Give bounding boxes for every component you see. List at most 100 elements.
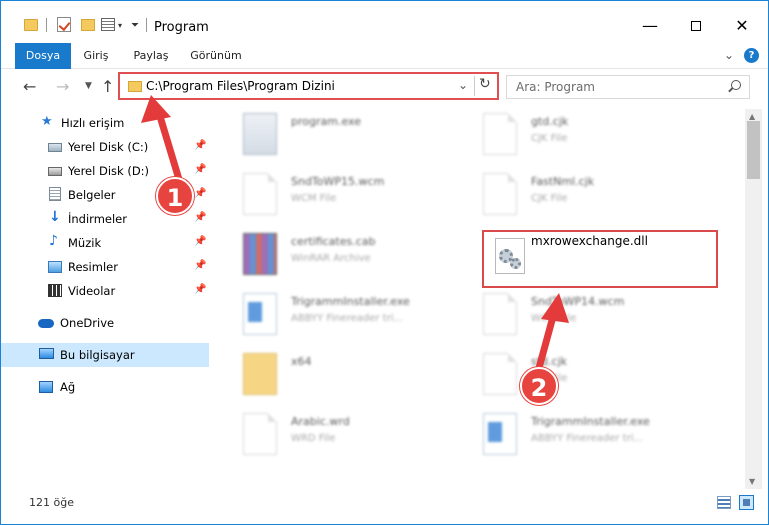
document-icon: [243, 173, 277, 215]
properties-icon[interactable]: [101, 18, 115, 31]
vertical-scrollbar[interactable]: ▲ ▼: [745, 109, 762, 489]
installer-icon: [483, 413, 517, 455]
list-item[interactable]: program.exe: [221, 109, 451, 165]
sidebar-item-label: Videolar: [68, 284, 116, 298]
scroll-up-icon[interactable]: ▲: [749, 112, 755, 121]
pin-icon[interactable]: 📌: [194, 260, 206, 271]
list-item[interactable]: std.cjk CJK File: [461, 349, 691, 405]
folder-icon: [128, 81, 142, 92]
music-note-icon: ♪: [49, 233, 58, 249]
sidebar-item-onedrive[interactable]: OneDrive: [1, 311, 209, 335]
customize-toolbar-icon[interactable]: ⏷: [131, 20, 139, 36]
drive-icon: [48, 143, 62, 152]
tab-file[interactable]: Dosya: [15, 43, 71, 69]
large-icons-view-icon[interactable]: [739, 495, 754, 510]
properties-check-icon[interactable]: [57, 17, 71, 32]
address-divider: [474, 76, 475, 96]
network-icon: [39, 381, 53, 393]
sidebar-item-quick-access[interactable]: ★ Hızlı erişim: [1, 111, 209, 135]
search-input[interactable]: Ara: Program: [506, 75, 750, 99]
details-view-icon[interactable]: [717, 496, 731, 509]
sidebar-item-label: OneDrive: [60, 316, 115, 330]
step-badge-2: 2: [520, 367, 558, 405]
toolbar-divider: [46, 18, 47, 32]
file-type: CJK File: [531, 193, 568, 204]
sidebar-item-network[interactable]: Ağ: [1, 375, 209, 399]
sidebar-item-label: Yerel Disk (C:): [68, 140, 149, 154]
scroll-thumb[interactable]: [747, 121, 760, 179]
tab-home[interactable]: Giriş: [75, 43, 117, 69]
maximize-button[interactable]: [673, 11, 719, 41]
document-icon: [243, 413, 277, 455]
documents-icon: [49, 187, 61, 201]
sidebar-item-disk-c[interactable]: Yerel Disk (C:) 📌: [1, 135, 209, 159]
highlight-box: [482, 230, 718, 288]
tab-share[interactable]: Paylaş: [127, 43, 175, 69]
sidebar-item-this-pc[interactable]: Bu bilgisayar: [1, 343, 209, 367]
file-name: TrigrammInstaller.exe: [291, 295, 410, 308]
up-arrow-icon[interactable]: ↑: [101, 77, 114, 96]
file-type: ABBYY Finereader tri...: [291, 313, 404, 324]
list-item[interactable]: gtd.cjk CJK File: [461, 109, 691, 165]
list-item[interactable]: TrigrammInstaller.exe ABBYY Finereader t…: [221, 289, 451, 345]
chevron-down-icon[interactable]: ⌄: [458, 78, 468, 92]
file-type: WCM File: [531, 313, 577, 324]
tab-view[interactable]: Görünüm: [186, 43, 246, 69]
pin-icon[interactable]: 📌: [194, 284, 206, 295]
navigation-pane: ★ Hızlı erişim Yerel Disk (C:) 📌 Yerel D…: [1, 109, 211, 489]
new-folder-icon[interactable]: [81, 19, 95, 31]
chevron-down-icon[interactable]: ▾: [118, 21, 122, 37]
ribbon-tabs: Dosya Giriş Paylaş Görünüm ⌄ ?: [1, 43, 768, 69]
sidebar-item-label: Bu bilgisayar: [60, 348, 135, 362]
list-item[interactable]: SndToWP14.wcm WCM File: [461, 289, 691, 345]
sidebar-item-music[interactable]: ♪ Müzik 📌: [1, 231, 209, 255]
search-icon[interactable]: [731, 80, 741, 90]
list-item[interactable]: certificates.cab WinRAR Archive: [221, 229, 451, 285]
sidebar-item-pictures[interactable]: Resimler 📌: [1, 255, 209, 279]
list-item[interactable]: Arabic.wrd WRD File: [221, 409, 451, 465]
back-arrow-icon[interactable]: ←: [23, 77, 36, 96]
expand-ribbon-icon[interactable]: ⌄: [724, 48, 734, 62]
file-type: WRD File: [291, 433, 336, 444]
minimize-button[interactable]: —: [627, 11, 673, 41]
file-name: TrigrammInstaller.exe: [531, 415, 650, 428]
refresh-icon[interactable]: ↻: [479, 76, 491, 92]
help-icon[interactable]: ?: [744, 48, 759, 63]
item-count: 121 öğe: [29, 496, 74, 509]
list-item[interactable]: SndToWP15.wcm WCM File: [221, 169, 451, 225]
scroll-down-icon[interactable]: ▼: [749, 477, 755, 486]
document-icon: [483, 173, 517, 215]
recent-locations-icon[interactable]: ▼: [85, 81, 92, 91]
sidebar-item-videos[interactable]: Videolar 📌: [1, 279, 209, 303]
pin-icon[interactable]: 📌: [194, 164, 206, 175]
pin-icon[interactable]: 📌: [194, 140, 206, 151]
list-item[interactable]: FastNml.cjk CJK File: [461, 169, 691, 225]
forward-arrow-icon[interactable]: →: [56, 77, 69, 96]
cloud-icon: [38, 319, 54, 328]
file-name: gtd.cjk: [531, 115, 569, 128]
file-name: SndToWP15.wcm: [291, 175, 385, 188]
file-type: WCM File: [291, 193, 337, 204]
pin-icon[interactable]: 📌: [194, 212, 206, 223]
archive-icon: [243, 233, 277, 275]
executable-icon: [243, 113, 277, 155]
sidebar-item-label: Müzik: [68, 236, 102, 250]
close-button[interactable]: ✕: [719, 11, 765, 41]
file-name: certificates.cab: [291, 235, 376, 248]
file-type: CJK File: [531, 133, 568, 144]
pin-icon[interactable]: 📌: [194, 188, 206, 199]
file-name: SndToWP14.wcm: [531, 295, 625, 308]
document-icon: [483, 293, 517, 335]
sidebar-item-label: Ağ: [60, 380, 76, 394]
file-name: Arabic.wrd: [291, 415, 350, 428]
maximize-icon: [691, 21, 701, 31]
address-path[interactable]: C:\Program Files\Program Dizini: [146, 79, 335, 93]
folder-icon: [24, 19, 38, 31]
list-item[interactable]: x64: [221, 349, 451, 405]
list-item[interactable]: TrigrammInstaller.exe ABBYY Finereader t…: [461, 409, 691, 465]
pin-icon[interactable]: 📌: [194, 236, 206, 247]
address-bar[interactable]: C:\Program Files\Program Dizini ⌄ ↻: [118, 72, 499, 100]
computer-icon: [39, 348, 54, 359]
drive-icon: [48, 167, 62, 176]
file-name: program.exe: [291, 115, 361, 128]
